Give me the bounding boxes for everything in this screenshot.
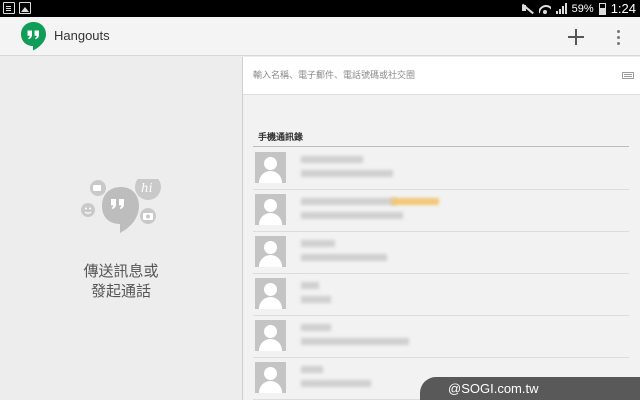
redacted-detail bbox=[301, 212, 403, 219]
system-icons: 59% 1:24 bbox=[521, 1, 636, 16]
empty-state-line-2: 發起通話 bbox=[90, 282, 151, 300]
contact-row[interactable] bbox=[253, 316, 629, 358]
hangouts-logo-icon[interactable] bbox=[20, 21, 47, 51]
wifi-icon bbox=[539, 3, 551, 15]
redacted-name bbox=[301, 366, 323, 373]
action-bar: Hangouts bbox=[0, 17, 640, 56]
document-notification-icon bbox=[3, 2, 15, 14]
redacted-name bbox=[301, 240, 335, 247]
signal-icon bbox=[555, 3, 567, 14]
section-header: 手機通訊錄 bbox=[253, 129, 629, 147]
search-bar bbox=[243, 57, 640, 95]
redacted-detail bbox=[301, 170, 393, 177]
redacted-detail bbox=[301, 296, 331, 303]
avatar bbox=[255, 320, 286, 351]
redacted-detail bbox=[301, 380, 371, 387]
watermark: @SOGI.com.tw bbox=[420, 377, 640, 400]
watermark-text: @SOGI.com.tw bbox=[448, 381, 539, 396]
status-bar: 59% 1:24 bbox=[0, 0, 640, 17]
contact-row[interactable] bbox=[253, 148, 629, 190]
empty-state-message: 傳送訊息或 發起通話 bbox=[0, 261, 242, 301]
avatar bbox=[255, 362, 286, 393]
empty-state-line-1: 傳送訊息或 bbox=[83, 262, 159, 280]
redacted-name bbox=[301, 198, 397, 205]
app-title: Hangouts bbox=[54, 28, 110, 43]
notification-icons bbox=[3, 2, 31, 14]
battery-percent: 59% bbox=[571, 2, 594, 15]
redacted-detail bbox=[301, 254, 387, 261]
new-conversation-button[interactable] bbox=[566, 27, 586, 47]
screen: 59% 1:24 Hangouts hi 傳送訊息或 發起通話 輸入名稱、電子郵… bbox=[0, 0, 640, 400]
avatar bbox=[255, 236, 286, 267]
clock: 1:24 bbox=[610, 1, 636, 16]
mute-icon bbox=[521, 3, 534, 14]
contacts-pane: 手機通訊錄 bbox=[243, 57, 640, 400]
overflow-menu-button[interactable] bbox=[612, 27, 624, 47]
redacted-name bbox=[301, 156, 363, 163]
redacted-name bbox=[301, 324, 331, 331]
contact-row[interactable] bbox=[253, 274, 629, 316]
contact-list bbox=[253, 148, 629, 400]
avatar bbox=[255, 152, 286, 183]
redacted-name bbox=[301, 282, 319, 289]
section-title: 手機通訊錄 bbox=[258, 133, 304, 143]
image-notification-icon bbox=[19, 2, 31, 14]
search-input[interactable] bbox=[253, 66, 613, 86]
contact-row[interactable] bbox=[253, 232, 629, 274]
contact-row[interactable] bbox=[253, 190, 629, 232]
avatar bbox=[255, 278, 286, 309]
battery-icon bbox=[598, 2, 606, 15]
redacted-highlight bbox=[391, 198, 439, 205]
redacted-detail bbox=[301, 338, 409, 345]
conversation-pane: hi 傳送訊息或 發起通話 bbox=[0, 57, 242, 400]
avatar bbox=[255, 194, 286, 225]
keyboard-icon[interactable] bbox=[622, 72, 634, 79]
svg-text:hi: hi bbox=[141, 181, 153, 195]
